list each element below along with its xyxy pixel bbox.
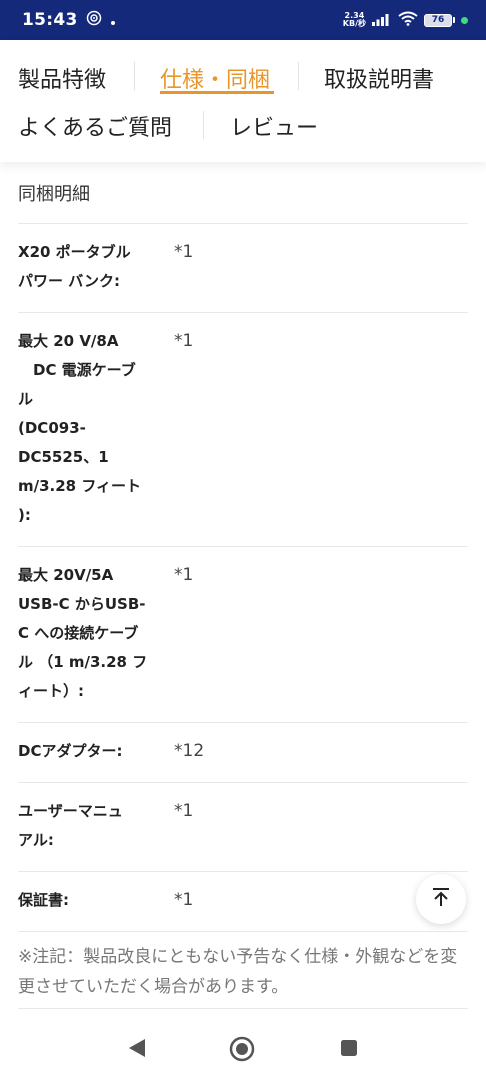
tab-faq[interactable]: よくあるご質問 xyxy=(18,110,172,142)
item-quantity: *1 xyxy=(174,890,194,910)
active-tab-underline xyxy=(160,91,274,94)
tab-reviews[interactable]: レビュー xyxy=(230,110,318,142)
arrow-up-to-top-icon xyxy=(430,886,452,912)
navigation-bar xyxy=(0,1020,486,1080)
table-row: 保証書: *1 xyxy=(18,872,468,932)
item-label: 保証書: xyxy=(18,891,69,909)
tab-divider xyxy=(134,62,135,90)
hotspot-icon xyxy=(86,10,102,30)
item-quantity: *12 xyxy=(174,741,205,761)
table-row: ユーザーマニュ アル: *1 xyxy=(18,783,468,872)
signal-icon xyxy=(372,11,392,30)
status-left: 15:43 xyxy=(22,10,116,30)
status-bar: 15:43 2.34 KB/秒 76 xyxy=(0,0,486,40)
home-icon[interactable] xyxy=(229,1036,255,1066)
table-row: 最大 20 V/8A DC 電源ケーブ ル (DC093- DC5525、1 m… xyxy=(18,313,468,547)
status-right: 2.34 KB/秒 76 xyxy=(343,11,468,30)
item-quantity: *1 xyxy=(174,242,194,262)
spec-change-note: ※注記：製品改良にともない予告なく仕様・外観などを変更させていただく場合がありま… xyxy=(18,932,468,1009)
tab-manual[interactable]: 取扱説明書 xyxy=(324,62,434,94)
item-label: DCアダプター: xyxy=(18,742,123,760)
net-speed-unit: KB/秒 xyxy=(342,19,366,28)
item-quantity: *1 xyxy=(174,331,194,351)
item-label: X20 ポータブル パワー バンク: xyxy=(18,243,131,290)
table-row: X20 ポータブル パワー バンク: *1 xyxy=(18,224,468,313)
package-contents: 同梱明細 X20 ポータブル パワー バンク: *1 最大 20 V/8A DC… xyxy=(18,162,468,1009)
tab-specs[interactable]: 仕様・同梱 xyxy=(160,62,270,94)
tab-divider xyxy=(203,111,204,139)
status-time: 15:43 xyxy=(22,10,78,30)
battery-level: 76 xyxy=(424,13,452,27)
section-title: 同梱明細 xyxy=(18,162,468,224)
table-row: DCアダプター: *12 xyxy=(18,723,468,783)
item-label: 最大 20V/5A USB-C からUSB- C への接続ケーブ ル （1 m/… xyxy=(18,566,148,700)
tab-features[interactable]: 製品特徴 xyxy=(18,62,106,94)
item-label: 最大 20 V/8A DC 電源ケーブ ル (DC093- DC5525、1 m… xyxy=(18,332,142,524)
recent-apps-icon[interactable] xyxy=(338,1036,360,1064)
privacy-indicator-icon xyxy=(461,16,468,24)
item-label: ユーザーマニュ アル: xyxy=(18,802,123,849)
back-icon[interactable] xyxy=(126,1036,148,1064)
battery-icon: 76 xyxy=(424,13,455,27)
net-speed: 2.34 KB/秒 xyxy=(343,12,366,28)
item-quantity: *1 xyxy=(174,565,194,585)
wifi-icon xyxy=(398,11,418,30)
tab-header: 製品特徴 仕様・同梱 取扱説明書 よくあるご質問 レビュー xyxy=(0,40,486,162)
table-row: 最大 20V/5A USB-C からUSB- C への接続ケーブ ル （1 m/… xyxy=(18,547,468,723)
tab-divider xyxy=(298,62,299,90)
scroll-to-top-button[interactable] xyxy=(416,874,466,924)
notification-dot-icon xyxy=(110,11,116,30)
item-quantity: *1 xyxy=(174,801,194,821)
